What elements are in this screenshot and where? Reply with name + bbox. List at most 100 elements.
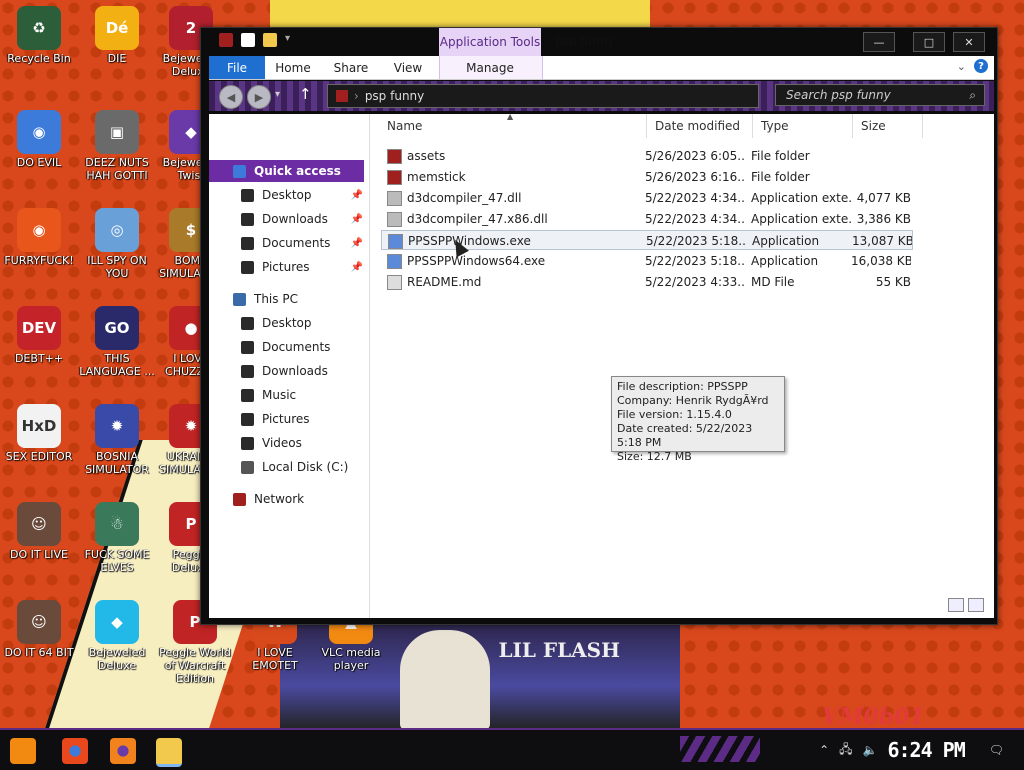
nav-pc-item-local-disk-c-[interactable]: Local Disk (C:)	[209, 456, 369, 478]
desktop-icon-label: Recycle Bin	[7, 52, 71, 65]
pin-icon[interactable]: 📌	[351, 238, 363, 249]
search-icon[interactable]: ⌕	[969, 88, 976, 103]
column-header-date-modified[interactable]: Date modified	[647, 114, 753, 138]
search-input[interactable]: Search psp funny ⌕	[775, 84, 985, 106]
desktop-icon[interactable]: ◆ Bejeweled Deluxe	[78, 600, 156, 672]
address-path[interactable]: › psp funny	[327, 84, 759, 108]
notification-icon[interactable]: 🗨	[989, 743, 1004, 757]
nav-pc-item-downloads[interactable]: Downloads	[209, 360, 369, 382]
breadcrumb-current[interactable]: psp funny	[365, 89, 424, 103]
file-type: File folder	[751, 170, 810, 184]
desktop-icon[interactable]: ☺ DO IT 64 BIT	[0, 600, 78, 659]
minimize-button[interactable]: —	[863, 32, 895, 52]
title-bar[interactable]: ▾ Application Tools psp funny — □ ✕	[201, 28, 997, 56]
file-type: Application exte...	[751, 191, 851, 205]
file-explorer-taskbar-icon[interactable]	[156, 738, 182, 767]
nav-item-desktop[interactable]: Desktop 📌	[209, 184, 369, 206]
file-type: File folder	[751, 149, 810, 163]
desktop-icon[interactable]: ♻ Recycle Bin	[0, 6, 78, 65]
chevron-down-icon[interactable]: ▾	[285, 33, 290, 47]
clock[interactable]: 6:24 PM	[887, 738, 965, 762]
nav-item-pictures[interactable]: Pictures 📌	[209, 256, 369, 278]
network-icon[interactable]: 🖧	[839, 740, 852, 761]
large-icons-view-icon[interactable]	[968, 598, 984, 612]
desktop-icon[interactable]: ◎ ILL SPY ON YOU	[78, 208, 156, 280]
app-icon[interactable]	[219, 33, 233, 47]
help-icon[interactable]: ?	[974, 59, 988, 73]
desktop-icon[interactable]: ☺ DO IT LIVE	[0, 502, 78, 561]
desktop-icon[interactable]: HxD SEX EDITOR	[0, 404, 78, 463]
file-row[interactable]: memstick 5/26/2023 6:16... File folder	[381, 167, 913, 187]
file-row[interactable]: assets 5/26/2023 6:05... File folder	[381, 146, 913, 166]
nav-pc-item-documents[interactable]: Documents	[209, 336, 369, 358]
file-name: assets	[407, 149, 446, 163]
desktop-icon-label: I LOVE EMOTET	[252, 646, 298, 672]
desktop-icon[interactable]: ◉ DO EVIL	[0, 110, 78, 169]
folder-icon	[241, 460, 254, 474]
desktop-icon[interactable]: GO THIS LANGUAGE ...	[78, 306, 156, 378]
file-icon	[387, 275, 402, 290]
system-tray: ⌃ 🖧 🔈 6:24 PM 🗨	[819, 730, 1004, 770]
maximize-button[interactable]: □	[913, 32, 945, 52]
app-icon: ◆	[95, 600, 139, 644]
properties-icon[interactable]	[241, 33, 255, 47]
ribbon-tab-view[interactable]: View	[383, 56, 433, 79]
file-size: 55 KB	[875, 275, 911, 289]
file-row[interactable]: README.md 5/22/2023 4:33... MD File 55 KB	[381, 272, 913, 292]
chevron-down-icon[interactable]: ⌄	[957, 60, 966, 73]
forward-button[interactable]: ▶	[247, 85, 271, 109]
nav-network[interactable]: Network	[209, 488, 369, 510]
volume-icon[interactable]: 🔈	[863, 743, 878, 757]
nav-pc-item-pictures[interactable]: Pictures	[209, 408, 369, 430]
file-type: Application	[751, 254, 819, 268]
nav-pc-item-videos[interactable]: Videos	[209, 432, 369, 454]
pin-icon[interactable]: 📌	[351, 190, 363, 201]
start-button[interactable]	[10, 738, 36, 764]
file-date: 5/22/2023 5:18...	[645, 254, 745, 268]
nav-item-label: This PC	[254, 292, 298, 306]
desktop-icon[interactable]: DEV DEBT++	[0, 306, 78, 365]
desktop-icon[interactable]: Dé DIE	[78, 6, 156, 65]
desktop-icon[interactable]: ◉ FURRYFUCK!	[0, 208, 78, 267]
wallpaper-title: LIL FLASH	[498, 638, 620, 662]
file-type: Application	[752, 234, 820, 248]
pin-icon[interactable]: 📌	[351, 262, 363, 273]
pin-icon[interactable]: 📌	[351, 214, 363, 225]
file-type: MD File	[751, 275, 795, 289]
nav-this-pc[interactable]: This PC	[209, 288, 369, 310]
ribbon-controls: ⌄ ?	[957, 59, 988, 73]
up-arrow-icon[interactable]: ↑	[299, 85, 312, 103]
wallpaper-figure	[400, 630, 490, 730]
file-date: 5/22/2023 5:18...	[646, 234, 746, 248]
file-row[interactable]: d3dcompiler_47.x86.dll 5/22/2023 4:34... A…	[381, 209, 913, 229]
folder-icon	[241, 436, 254, 450]
ribbon-tab-file[interactable]: File	[209, 56, 265, 79]
navigation-pane: Quick access Desktop 📌 Downloads 📌 Documents 📌…	[209, 114, 370, 618]
desktop-icon[interactable]: ▣ DEEZ NUTS HAH GOTTI	[78, 110, 156, 182]
nav-item-downloads[interactable]: Downloads 📌	[209, 208, 369, 230]
new-folder-icon[interactable]	[263, 33, 277, 47]
column-header-size[interactable]: Size	[853, 114, 923, 138]
nav-item-documents[interactable]: Documents 📌	[209, 232, 369, 254]
context-tab-application-tools[interactable]: Application Tools	[439, 28, 541, 56]
nav-quick-access[interactable]: Quick access	[209, 160, 364, 182]
ribbon-tab-manage[interactable]: Manage	[439, 56, 541, 79]
app-icon: ☃	[95, 502, 139, 546]
firefox-taskbar-icon[interactable]	[110, 738, 136, 764]
details-view-icon[interactable]	[948, 598, 964, 612]
nav-pc-item-music[interactable]: Music	[209, 384, 369, 406]
ribbon-tab-share[interactable]: Share	[325, 56, 377, 79]
chevron-up-icon[interactable]: ⌃	[819, 743, 829, 757]
file-date: 5/22/2023 4:33...	[645, 275, 745, 289]
close-button[interactable]: ✕	[953, 32, 985, 52]
column-header-type[interactable]: Type	[753, 114, 853, 138]
back-button[interactable]: ◀	[219, 85, 243, 109]
desktop-icon[interactable]: ✹ BOSNIA SIMULATOR	[78, 404, 156, 476]
nav-pc-item-desktop[interactable]: Desktop	[209, 312, 369, 334]
desktop-icon[interactable]: ☃ FUCK SOME ELVES	[78, 502, 156, 574]
file-row[interactable]: d3dcompiler_47.dll 5/22/2023 4:34... Appli…	[381, 188, 913, 208]
chrome-taskbar-icon[interactable]	[62, 738, 88, 764]
ribbon-tab-home[interactable]: Home	[269, 56, 317, 79]
recent-locations-icon[interactable]: ▾	[275, 89, 280, 100]
desktop-icon-label: Bejeweled Deluxe	[88, 646, 146, 672]
